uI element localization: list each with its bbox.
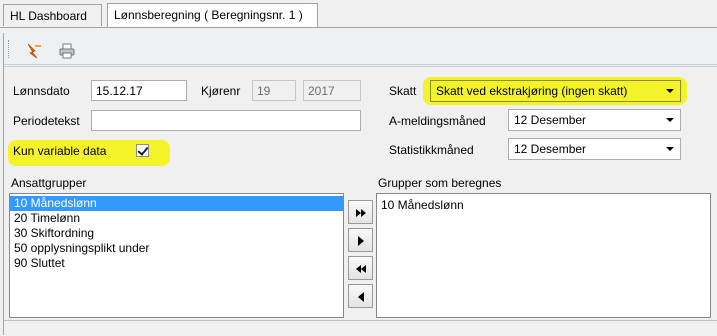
periodetekst-field[interactable] (91, 110, 361, 131)
move-all-right-button[interactable] (348, 200, 373, 224)
toolbar-grip (8, 40, 11, 58)
chevron-down-icon (666, 118, 674, 122)
ansattgrupper-list[interactable]: 10 Månedslønn 20 Timelønn 30 Skiftordnin… (9, 193, 344, 318)
panel-divider (4, 66, 717, 67)
tab-hl-dashboard[interactable]: HL Dashboard (3, 4, 102, 26)
tab-label: Lønnsberegning ( Beregningsnr. 1 ) (114, 8, 303, 22)
grupper-som-beregnes-list[interactable]: 10 Månedslønn (376, 193, 711, 318)
move-right-button[interactable] (348, 228, 373, 252)
list-item[interactable]: 50 opplysningsplikt under (10, 241, 343, 256)
skatt-select[interactable]: Skatt ved ekstrakjøring (ingen skatt) (430, 80, 681, 102)
grupper-som-beregnes-label: Grupper som beregnes (378, 176, 502, 190)
statistikkmaned-select-value: 12 Desember (514, 142, 587, 156)
kjorenr-label: Kjørenr (201, 84, 241, 98)
periodetekst-label: Periodetekst (13, 114, 80, 128)
double-arrow-left-icon (356, 265, 366, 273)
bottom-bar (4, 320, 717, 336)
list-item[interactable]: 10 Månedslønn (10, 196, 343, 211)
tab-lonnsberegning[interactable]: Lønnsberegning ( Beregningsnr. 1 ) (107, 3, 318, 27)
ameldingsmaned-select[interactable]: 12 Desember (508, 109, 681, 131)
toolbar (4, 34, 717, 65)
calculate-icon[interactable] (25, 42, 43, 60)
list-item[interactable]: 20 Timelønn (10, 211, 343, 226)
kjorenr-field (252, 80, 296, 101)
ameldingsmaned-select-value: 12 Desember (514, 113, 587, 127)
list-item[interactable]: 90 Sluttet (10, 256, 343, 271)
year-field (303, 80, 361, 101)
chevron-down-icon (666, 89, 674, 93)
lonnsdato-field[interactable] (91, 80, 187, 101)
statistikkmaned-select[interactable]: 12 Desember (508, 138, 681, 160)
tab-label: HL Dashboard (10, 9, 87, 23)
skatt-select-value: Skatt ved ekstrakjøring (ingen skatt) (436, 84, 628, 98)
arrow-left-icon (358, 292, 364, 302)
move-left-button[interactable] (348, 284, 373, 308)
statistikkmaned-label: Statistikkmåned (389, 143, 474, 157)
lonnsdato-label: Lønnsdato (13, 84, 70, 98)
tab-divider (0, 27, 717, 28)
list-item[interactable]: 30 Skiftordning (10, 226, 343, 241)
ansattgrupper-label: Ansattgrupper (11, 176, 87, 190)
move-all-left-button[interactable] (348, 256, 373, 280)
ameldingsmaned-label: A-meldingsmåned (389, 114, 486, 128)
printer-icon[interactable] (58, 43, 76, 59)
skatt-label: Skatt (389, 84, 417, 98)
chevron-down-icon (666, 147, 674, 151)
kun-variable-data-label: Kun variable data (13, 144, 107, 158)
arrow-right-icon (358, 236, 364, 246)
double-arrow-right-icon (356, 209, 366, 217)
checkmark-icon (137, 144, 149, 156)
kun-variable-data-checkbox[interactable] (136, 144, 149, 157)
list-item[interactable]: 10 Månedslønn (377, 198, 710, 213)
